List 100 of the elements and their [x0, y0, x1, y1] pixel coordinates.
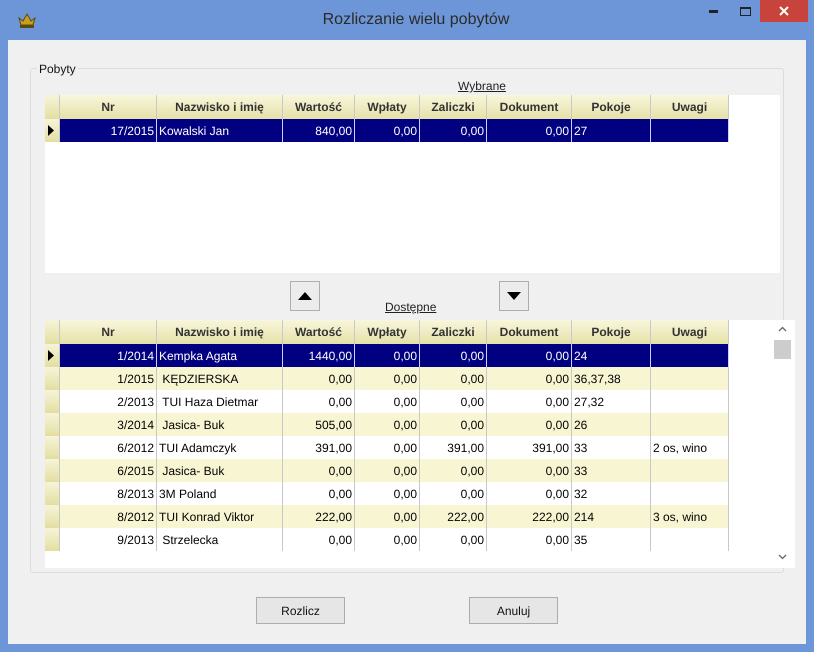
table-cell-text: 27: [574, 122, 588, 140]
column-header[interactable]: Dokument: [487, 320, 572, 344]
table-cell-text: 0,00: [394, 508, 417, 526]
table-cell-text: 36,37,38: [574, 370, 621, 388]
column-header[interactable]: Dokument: [487, 95, 572, 119]
table-row[interactable]: 1/2014 Kempka Agata 1440,00 0,00 0,00 0,00 24: [45, 344, 729, 367]
table-cell-text: 17/2015: [110, 122, 154, 140]
table-cell-text: 0,00: [546, 394, 569, 410]
column-header[interactable]: Nr: [60, 95, 157, 119]
table-cell-text: 0,00: [460, 462, 484, 480]
table-cell-text: Kowalski Jan: [159, 122, 230, 140]
table-cell-text: 0,00: [394, 440, 417, 456]
column-header[interactable]: Nazwisko i imię: [157, 320, 283, 344]
table-cell-text: 0,00: [546, 462, 569, 480]
column-header[interactable]: Wartość: [283, 95, 355, 119]
table-cell-text: 3M Poland: [159, 486, 216, 502]
table-cell-text: 3 os, wino: [653, 508, 708, 526]
triangle-down-icon: [507, 292, 522, 300]
table-cell-text: 1/2014: [117, 348, 154, 364]
table-cell-text: 0,00: [460, 370, 484, 388]
table-cell-text: 6/2012: [117, 440, 154, 456]
table-row[interactable]: 6/2012 TUI Adamczyk 391,00 0,00 391,00 391,00 33 2 os, wino: [45, 436, 729, 459]
table-row[interactable]: 3/2014 Jasica- Buk 505,00 0,00 0,00 0,00 26: [45, 413, 729, 436]
table-row[interactable]: 1/2015 KĘDZIERSKA 0,00 0,00 0,00 0,00 36,37,38: [45, 367, 729, 390]
row-indicator: [45, 436, 60, 459]
row-indicator: [45, 459, 60, 482]
grid-caption: Wybrane: [458, 78, 506, 95]
table-cell-text: 8/2013: [117, 486, 154, 502]
close-button[interactable]: [760, 0, 808, 22]
table-cell-text: 0,00: [394, 532, 417, 548]
table-cell-text: KĘDZIERSKA: [161, 370, 238, 388]
triangle-up-icon: [298, 292, 312, 300]
column-header[interactable]: Uwagi: [651, 320, 729, 344]
table-cell-text: 0,00: [460, 122, 484, 140]
dialog-button[interactable]: Anuluj: [469, 597, 558, 624]
column-header[interactable]: Wpłaty: [355, 320, 420, 344]
table-cell-text: 0,00: [328, 462, 352, 480]
column-header[interactable]: Pokoje: [572, 320, 651, 344]
scroll-down-icon[interactable]: [778, 554, 786, 560]
table-row[interactable]: 9/2013 Strzelecka 0,00 0,00 0,00 0,00 35: [45, 528, 729, 551]
table-cell-text: 2 os, wino: [653, 440, 708, 456]
table-row[interactable]: 17/2015 Kowalski Jan 840,00 0,00 0,00 0,00 27: [45, 119, 729, 142]
move-down-button[interactable]: [499, 281, 530, 311]
table-cell-text: 0,00: [546, 486, 569, 502]
column-header[interactable]: Zaliczki: [420, 320, 487, 344]
column-header[interactable]: Wpłaty: [355, 95, 420, 119]
maximize-icon: [740, 6, 750, 16]
row-indicator-header: [45, 320, 60, 344]
table-cell-text: 0,00: [394, 486, 417, 502]
table-row[interactable]: 8/2013 3M Poland 0,00 0,00 0,00 0,00 32: [45, 482, 729, 505]
row-indicator: [45, 413, 60, 436]
table-cell-text: 0,00: [328, 394, 352, 410]
column-header[interactable]: Nazwisko i imię: [157, 95, 283, 119]
table-cell-text: 33: [574, 462, 588, 480]
table-cell-text: 3/2014: [117, 416, 154, 434]
row-indicator: [45, 528, 60, 551]
scroll-thumb[interactable]: [774, 340, 790, 359]
dialog-button[interactable]: Rozlicz: [256, 597, 345, 624]
table-row[interactable]: 2/2013 TUI Haza Dietmar 0,00 0,00 0,00 0,00 27,32: [45, 390, 729, 413]
table-cell-text: 33: [574, 440, 588, 456]
table-cell-text: 0,00: [394, 462, 417, 480]
table-cell-text: 222,00: [447, 508, 484, 526]
column-header[interactable]: Nr: [60, 320, 157, 344]
table-row[interactable]: 6/2015 Jasica- Buk 0,00 0,00 0,00 0,00 33: [45, 459, 729, 482]
table-cell-text: 0,00: [394, 370, 417, 388]
table-cell-text: TUI Konrad Viktor: [159, 508, 254, 526]
table-cell-text: TUI Adamczyk: [159, 440, 236, 456]
table-row[interactable]: 8/2012 TUI Konrad Viktor 222,00 0,00 222,00 222,00 214 3 os, wino: [45, 505, 729, 528]
column-header[interactable]: Pokoje: [572, 95, 651, 119]
table-cell-text: 32: [574, 486, 588, 502]
table-cell-text: 0,00: [460, 348, 484, 364]
table-cell-text: 26: [574, 416, 588, 434]
table-cell-text: 222,00: [532, 508, 569, 526]
table-cell-text: 0,00: [394, 122, 417, 140]
table-cell-text: 0,00: [394, 394, 417, 410]
table-cell-text: 0,00: [546, 122, 569, 140]
table-cell-text: 27,32: [574, 394, 604, 410]
table-cell-text: 8/2012: [117, 508, 154, 526]
row-indicator: [45, 390, 60, 413]
table-cell-text: 0,00: [460, 416, 484, 434]
row-pointer-icon: [48, 350, 54, 361]
table-cell-text: 1440,00: [308, 348, 352, 364]
column-header[interactable]: Zaliczki: [420, 95, 487, 119]
column-header[interactable]: Uwagi: [651, 95, 729, 119]
table-cell-text: 391,00: [315, 440, 352, 456]
table-cell-text: 0,00: [328, 532, 352, 548]
row-indicator: [45, 505, 60, 528]
table-cell-text: 0,00: [460, 486, 484, 502]
table-cell-text: Strzelecka: [161, 532, 218, 548]
close-icon: [779, 6, 789, 16]
row-pointer-icon: [48, 125, 54, 136]
window-title: Rozliczanie wielu pobytów: [322, 10, 510, 30]
column-header[interactable]: Wartość: [283, 320, 355, 344]
minimize-icon: [708, 10, 718, 12]
table-cell-text: TUI Haza Dietmar: [161, 394, 258, 410]
table-cell-text: 2/2013: [117, 394, 154, 410]
scroll-up-icon[interactable]: [778, 326, 786, 332]
table-cell-text: 214: [574, 508, 594, 526]
move-up-button[interactable]: [290, 281, 320, 311]
table-cell-text: 505,00: [315, 416, 352, 434]
